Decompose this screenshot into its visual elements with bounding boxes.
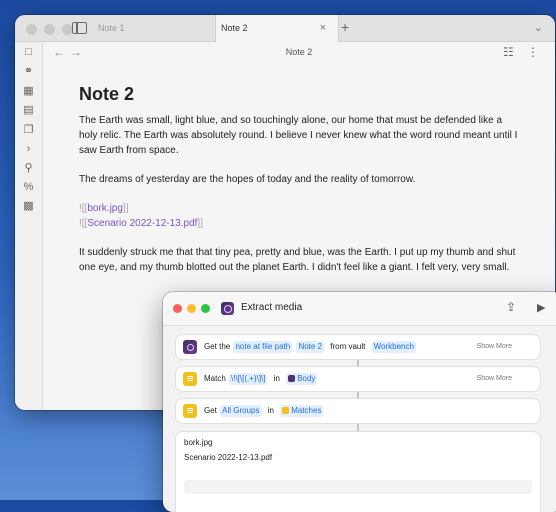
vault-token[interactable]: Workbench <box>371 341 416 353</box>
action-get-groups[interactable]: Get All Groups in Matches <box>176 399 540 423</box>
terminal-icon[interactable]: › <box>22 143 35 156</box>
text-token-icon <box>282 407 290 414</box>
all-groups-token[interactable]: All Groups <box>220 405 262 417</box>
shortcut-titlebar: Extract media ⇪ ▶ <box>163 292 556 326</box>
run-play-icon[interactable]: ▶ <box>537 301 545 314</box>
note-nav-bar: ← → Note 2 ☷ ⋮ <box>43 42 555 66</box>
paragraph: It suddenly struck me that that tiny pea… <box>79 247 516 274</box>
note-title: Note 2 <box>285 47 313 57</box>
show-more-button[interactable]: Show More <box>477 335 512 359</box>
regex-pattern-token[interactable]: \!\[\[(.+)\]\] <box>229 373 268 385</box>
note-at-file-path-token[interactable]: note at file path <box>233 341 293 353</box>
note-name-token[interactable]: Note 2 <box>296 341 325 353</box>
window-zoom-button[interactable] <box>201 304 210 313</box>
new-tab-button[interactable]: + <box>341 15 349 40</box>
note-heading: Note 2 <box>79 84 135 104</box>
obsidian-token-icon <box>288 375 296 382</box>
share-icon[interactable]: ⇪ <box>506 300 516 314</box>
window-close-button[interactable] <box>173 304 182 313</box>
search-icon[interactable]: ⚲ <box>22 162 35 175</box>
result-item: bork.jpg <box>184 438 213 447</box>
body-token[interactable]: Body <box>286 373 318 385</box>
text-action-icon <box>183 372 197 386</box>
shortcut-title: Extract media <box>241 302 303 313</box>
result-panel: bork.jpg Scenario 2022-12-13.pdf <box>176 432 540 512</box>
result-empty-row <box>184 480 532 494</box>
text-action-icon <box>183 404 197 418</box>
action-get-note[interactable]: Get the note at file path Note 2 from va… <box>176 335 540 359</box>
paragraph: The dreams of yesterday are the hopes of… <box>79 173 416 185</box>
canvas-icon[interactable]: ▦ <box>22 85 35 98</box>
copy-icon[interactable]: ❐ <box>22 124 35 137</box>
show-more-button[interactable]: Show More <box>477 367 512 391</box>
ribbon: □ ⚭ ▦ ▤ ❐ › ⚲ % ▩ <box>15 42 43 410</box>
window-minimize-button[interactable] <box>187 304 196 313</box>
tab-note-2[interactable]: Note 2 × <box>215 15 339 42</box>
paragraph: The Earth was small, light blue, and so … <box>79 115 518 156</box>
close-tab-icon[interactable]: × <box>320 15 326 41</box>
window-close-button[interactable] <box>26 24 37 35</box>
window-minimize-button[interactable] <box>44 24 55 35</box>
matches-token[interactable]: Matches <box>280 405 324 417</box>
daily-note-icon[interactable]: ▩ <box>22 200 35 213</box>
graph-view-icon[interactable]: ⚭ <box>22 65 35 78</box>
tab-bar: Note 1 Note 2 × + ⌄ <box>15 15 555 42</box>
embed-link[interactable]: ![[bork.jpg]] <box>79 202 519 217</box>
reading-view-icon[interactable]: ☷ <box>503 45 514 59</box>
tab-label: Note 1 <box>98 23 125 33</box>
tab-list-chevron-icon[interactable]: ⌄ <box>534 15 543 41</box>
embed-link[interactable]: ![[Scenario 2022-12-13.pdf]] <box>79 217 519 232</box>
result-item: Scenario 2022-12-13.pdf <box>184 453 273 462</box>
open-note-icon[interactable]: □ <box>22 46 35 59</box>
obsidian-app-icon <box>221 302 234 315</box>
tab-label: Note 2 <box>221 23 248 33</box>
obsidian-action-icon <box>183 340 197 354</box>
calendar-icon[interactable]: ▤ <box>22 104 35 117</box>
action-match-text[interactable]: Match \!\[\[(.+)\]\] in Body Show More <box>176 367 540 391</box>
shortcut-window: Extract media ⇪ ▶ Get the note at file p… <box>163 292 556 512</box>
tab-note-1[interactable]: Note 1 <box>85 15 215 41</box>
more-options-icon[interactable]: ⋮ <box>527 45 539 59</box>
percent-code-icon[interactable]: % <box>22 181 35 194</box>
note-content[interactable]: Note 2 The Earth was small, light blue, … <box>79 83 519 290</box>
